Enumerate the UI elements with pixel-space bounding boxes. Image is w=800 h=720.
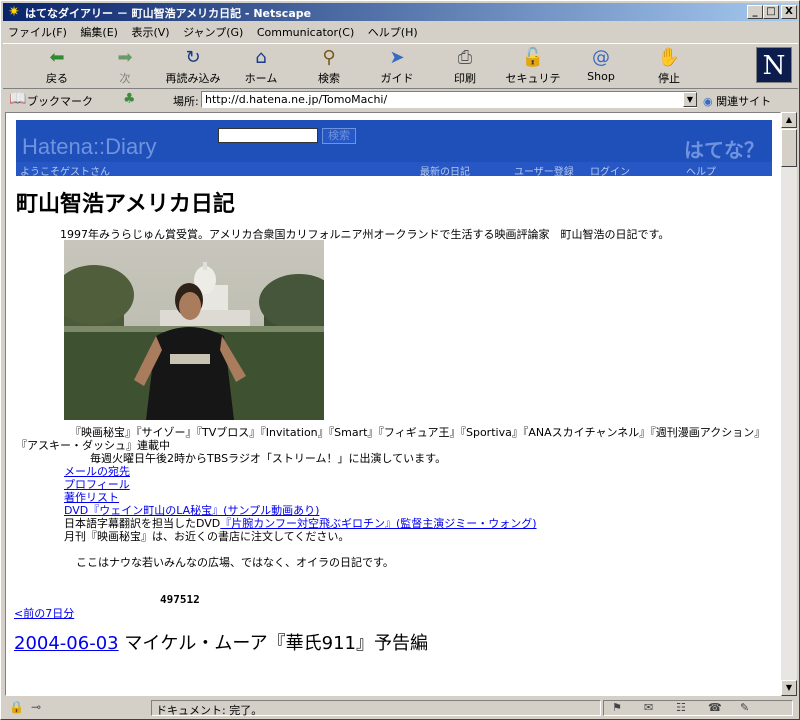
netscape-logo[interactable]: N bbox=[756, 47, 792, 83]
stop-button[interactable]: ✋ 停止 bbox=[637, 46, 701, 88]
shop-icon: @ bbox=[592, 47, 610, 68]
menu-bar: ファイル(F) 編集(E) 表示(V) ジャンプ(G) Communicator… bbox=[3, 21, 798, 41]
window-title: はてなダイアリー － 町山智浩アメリカ日記 - Netscape bbox=[25, 7, 312, 20]
netscape-star-icon: ✷ bbox=[8, 4, 20, 20]
menu-view[interactable]: 表示(V) bbox=[126, 21, 174, 43]
hatena-header: Hatena::Diary 検索 はてな？ ようこそゲストさん 最新の日記 ユー… bbox=[16, 120, 772, 178]
forward-arrow-icon: ➡ bbox=[117, 47, 133, 68]
related-sites-button[interactable]: ◉ 関連サイト bbox=[703, 93, 771, 109]
reload-icon: ↻ bbox=[185, 47, 201, 68]
title-bar: ✷ はてなダイアリー － 町山智浩アメリカ日記 - Netscape _ □ X bbox=[3, 3, 798, 21]
guide-button[interactable]: ➤ ガイド bbox=[365, 46, 429, 88]
url-field[interactable]: http://d.hatena.ne.jp/TomoMachi/ bbox=[201, 91, 697, 108]
status-bar: 🔒 ⊸ ドキュメント: 完了。 ⚑ ✉ ☷ ☎ ✎ bbox=[3, 698, 798, 718]
prev-week-link[interactable]: <前の7日分 bbox=[14, 605, 74, 621]
capitol-photo bbox=[64, 240, 324, 420]
shop-button[interactable]: @ Shop bbox=[569, 46, 633, 88]
page-title[interactable]: 町山智浩アメリカ日記 bbox=[16, 186, 235, 218]
hatena-search-input[interactable] bbox=[218, 128, 318, 143]
welcome-text: ようこそゲストさん bbox=[20, 167, 110, 178]
back-arrow-icon: ⬅ bbox=[49, 47, 65, 68]
security-button[interactable]: 🔓 セキュリティ bbox=[501, 46, 565, 101]
back-button[interactable]: ⬅ 戻る bbox=[25, 46, 89, 88]
print-button[interactable]: ⎙ 印刷 bbox=[433, 46, 497, 88]
menu-communicator[interactable]: Communicator(C) bbox=[252, 23, 359, 42]
page-viewport: Hatena::Diary 検索 はてな？ ようこそゲストさん 最新の日記 ユー… bbox=[5, 112, 781, 696]
menu-file[interactable]: ファイル(F) bbox=[3, 21, 72, 43]
minimize-button[interactable]: _ bbox=[747, 5, 763, 19]
menu-help[interactable]: ヘルプ(H) bbox=[363, 21, 423, 43]
search-button[interactable]: ⚲ 検索 bbox=[297, 46, 361, 88]
maximize-button[interactable]: □ bbox=[763, 5, 779, 19]
home-icon: ⌂ bbox=[255, 47, 267, 68]
forward-button[interactable]: ➡ 次 bbox=[93, 46, 157, 88]
entry-title: マイケル・ムーア『華氏911』予告編 bbox=[124, 633, 428, 654]
navigator-icon[interactable]: ⚑ bbox=[612, 701, 622, 714]
location-label: 場所: bbox=[173, 95, 199, 108]
bookmarks-button[interactable]: ブックマーク bbox=[27, 93, 93, 109]
hatena-nav: ようこそゲストさん 最新の日記 ユーザー登録 ログイン ヘルプ bbox=[16, 162, 772, 178]
hatena-search-button[interactable]: 検索 bbox=[322, 128, 356, 144]
stop-icon: ✋ bbox=[657, 47, 681, 68]
access-counter: 497512 bbox=[160, 593, 200, 606]
component-bar: ⚑ ✉ ☷ ☎ ✎ bbox=[603, 700, 793, 716]
search-icon: ⚲ bbox=[322, 47, 336, 68]
menu-edit[interactable]: 編集(E) bbox=[75, 21, 123, 43]
close-button[interactable]: X bbox=[781, 5, 797, 19]
entry-header: 2004-06-03 マイケル・ムーア『華氏911』予告編 bbox=[14, 629, 428, 655]
radio-text: 毎週火曜日午後2時からTBSラジオ「ストリーム！」に出演しています。 bbox=[90, 452, 447, 465]
guide-icon: ➤ bbox=[389, 47, 405, 68]
reload-button[interactable]: ↻ 再読み込み bbox=[161, 46, 225, 88]
composer-icon[interactable]: ✎ bbox=[740, 701, 749, 714]
related-sites-icon: ◉ bbox=[703, 95, 713, 108]
register-link[interactable]: ユーザー登録 bbox=[514, 163, 574, 178]
mail-icon[interactable]: ✉ bbox=[644, 701, 653, 714]
author-photo bbox=[64, 240, 324, 420]
vertical-scrollbar[interactable]: ▲ ▼ bbox=[781, 112, 797, 696]
lock-icon: 🔓 bbox=[521, 47, 545, 68]
monthly-text: 月刊『映画秘宝』は、お近くの書店に注文してください。 bbox=[64, 530, 350, 543]
menu-go[interactable]: ジャンプ(G) bbox=[178, 21, 248, 43]
scroll-thumb[interactable] bbox=[781, 129, 797, 167]
security-status-icon[interactable]: 🔒 bbox=[9, 700, 24, 714]
newsgroup-icon[interactable]: ☷ bbox=[676, 701, 686, 714]
hatena-diary-logo[interactable]: Hatena::Diary bbox=[22, 134, 157, 160]
latest-diary-link[interactable]: 最新の日記 bbox=[420, 163, 470, 178]
login-link[interactable]: ログイン bbox=[590, 163, 630, 178]
browser-window: ✷ はてなダイアリー － 町山智浩アメリカ日記 - Netscape _ □ X… bbox=[0, 0, 800, 720]
print-icon: ⎙ bbox=[457, 47, 473, 68]
scroll-down-button[interactable]: ▼ bbox=[781, 680, 797, 696]
address-book-icon[interactable]: ☎ bbox=[708, 701, 722, 714]
connection-icon: ⊸ bbox=[31, 700, 42, 714]
hatena-question-logo[interactable]: はてな？ bbox=[684, 134, 764, 163]
entry-date-link[interactable]: 2004-06-03 bbox=[14, 633, 119, 654]
help-link[interactable]: ヘルプ bbox=[686, 163, 716, 178]
bookmark-icon[interactable]: 📖 bbox=[9, 91, 26, 107]
location-bar: 📖 ブックマーク ♣ 場所: http://d.hatena.ne.jp/Tom… bbox=[3, 90, 798, 110]
page-proxy-icon[interactable]: ♣ bbox=[123, 91, 136, 107]
navigation-toolbar: ⬅ 戻る ➡ 次 ↻ 再読み込み ⌂ ホーム ⚲ 検索 ➤ ガイド ⎙ 印刷 🔓 bbox=[3, 43, 798, 101]
home-button[interactable]: ⌂ ホーム bbox=[229, 46, 293, 88]
plaza-text: ここはナウな若いみんなの広場、ではなく、オイラの日記です。 bbox=[76, 556, 394, 569]
status-text: ドキュメント: 完了。 bbox=[151, 700, 601, 717]
scroll-up-button[interactable]: ▲ bbox=[781, 112, 797, 128]
url-dropdown-button[interactable]: ▼ bbox=[683, 92, 697, 107]
serials-line-1: 『映画秘宝』『サイゾー』『TVブロス』『Invitation』『Smart』『フ… bbox=[70, 426, 766, 439]
